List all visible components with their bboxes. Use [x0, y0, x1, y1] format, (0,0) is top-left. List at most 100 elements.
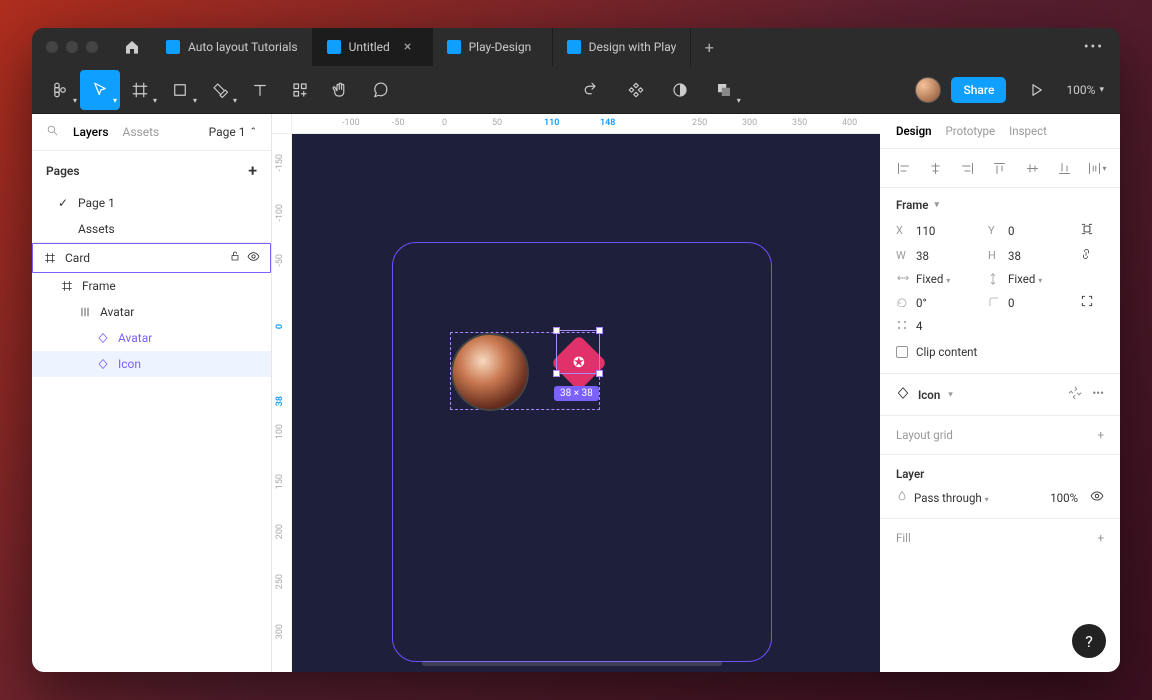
link-dimensions-icon[interactable] — [1080, 247, 1104, 264]
layout-grid-row[interactable]: Layout grid + — [880, 416, 1120, 455]
close-window-icon[interactable] — [46, 41, 58, 53]
tab-play-design[interactable]: Play-Design — [433, 28, 553, 66]
reset-tool[interactable] — [572, 70, 612, 110]
lock-icon[interactable] — [229, 250, 241, 266]
align-right-icon[interactable] — [957, 157, 979, 179]
height-input[interactable]: 38 — [1008, 249, 1021, 263]
close-icon[interactable]: × — [404, 39, 411, 55]
resources-tool[interactable] — [280, 70, 320, 110]
main-menu-button[interactable]: ▾ — [40, 70, 80, 110]
clip-content-row[interactable]: Clip content — [896, 339, 1104, 369]
radius-input[interactable]: 0 — [1008, 296, 1014, 310]
component-tool[interactable] — [616, 70, 656, 110]
ruler-tick: -150 — [275, 154, 285, 172]
component-name: Icon — [918, 388, 940, 402]
layer-row-avatar-group[interactable]: Avatar — [32, 299, 271, 325]
align-bottom-icon[interactable] — [1054, 157, 1076, 179]
hresize-select[interactable]: Fixed ▾ — [916, 272, 950, 286]
ruler-tick: 38 — [275, 396, 285, 406]
width-input[interactable]: 38 — [916, 249, 929, 263]
add-page-button[interactable]: + — [248, 161, 257, 180]
x-input[interactable]: 110 — [916, 224, 935, 238]
share-button[interactable]: Share — [951, 77, 1006, 103]
spacing-input[interactable]: 4 — [916, 319, 922, 333]
layers-tab[interactable]: Layers — [73, 125, 109, 139]
canvas-avatar-image[interactable] — [451, 333, 529, 411]
tab-auto-layout[interactable]: Auto layout Tutorials — [152, 28, 313, 66]
component-row[interactable]: Icon ▾ ••• — [880, 374, 1120, 416]
comment-tool[interactable] — [360, 70, 400, 110]
swap-instance-icon[interactable] — [1068, 386, 1082, 403]
rotation-icon — [896, 296, 910, 310]
shape-tool[interactable]: ▾ — [160, 70, 200, 110]
mask-tool[interactable] — [660, 70, 700, 110]
layer-label: Avatar — [100, 305, 134, 319]
layer-row-avatar-instance[interactable]: Avatar — [32, 325, 271, 351]
text-tool[interactable] — [240, 70, 280, 110]
add-icon[interactable]: + — [1097, 531, 1104, 545]
maximize-window-icon[interactable] — [86, 41, 98, 53]
alignment-controls: ▾ — [880, 149, 1120, 188]
absolute-position-icon[interactable] — [1080, 222, 1104, 239]
layer-row-card[interactable]: Card — [32, 243, 271, 273]
zoom-selector[interactable]: 100%▾ — [1066, 83, 1112, 97]
prototype-tab[interactable]: Prototype — [946, 124, 996, 138]
align-top-icon[interactable] — [989, 157, 1011, 179]
canvas-card-frame[interactable] — [392, 242, 772, 662]
search-icon[interactable] — [46, 124, 59, 140]
inspect-tab[interactable]: Inspect — [1009, 124, 1047, 138]
canvas[interactable]: ✪ 38 × 38 — [292, 134, 880, 672]
vresize-select[interactable]: Fixed ▾ — [1008, 272, 1042, 286]
selection-size-badge: 38 × 38 — [554, 386, 599, 401]
layer-row-frame[interactable]: Frame — [32, 273, 271, 299]
minimize-window-icon[interactable] — [66, 41, 78, 53]
canvas-area[interactable]: -100-50050110148250300350400 -150-100-50… — [272, 114, 880, 672]
help-button[interactable]: ? — [1072, 624, 1106, 658]
toolbar: ▾ ▾ ▾ ▾ ▾ — [32, 66, 1120, 114]
eye-icon[interactable] — [247, 250, 260, 266]
layer-row-icon-instance[interactable]: Icon — [32, 351, 271, 377]
eye-icon[interactable] — [1090, 489, 1104, 506]
opacity-input[interactable]: 100% — [1050, 491, 1078, 505]
align-left-icon[interactable] — [892, 157, 914, 179]
ruler-tick: -100 — [342, 118, 360, 128]
clip-label: Clip content — [916, 345, 977, 359]
frame-tool[interactable]: ▾ — [120, 70, 160, 110]
scrollbar-horizontal[interactable] — [422, 661, 722, 666]
present-button[interactable] — [1016, 70, 1056, 110]
design-tab[interactable]: Design — [896, 124, 932, 138]
hand-tool[interactable] — [320, 70, 360, 110]
move-tool[interactable]: ▾ — [80, 70, 120, 110]
new-tab-button[interactable]: + — [691, 28, 727, 66]
y-input[interactable]: 0 — [1008, 224, 1014, 238]
boolean-tool[interactable]: ▾ — [704, 70, 744, 110]
assets-tab[interactable]: Assets — [123, 125, 160, 139]
ruler-tick: 50 — [492, 118, 502, 128]
align-vcenter-icon[interactable] — [1021, 157, 1043, 179]
instance-icon — [896, 386, 910, 403]
more-menu-icon[interactable]: ••• — [1068, 39, 1120, 55]
main-body: Layers Assets Page 1 ⌃ Pages + ✓ Page 1 … — [32, 114, 1120, 672]
rotation-input[interactable]: 0° — [916, 296, 927, 310]
layer-label: Avatar — [118, 331, 152, 345]
canvas-icon-badge[interactable]: ✪ — [551, 335, 608, 392]
more-icon[interactable]: ••• — [1092, 386, 1104, 403]
individual-corners-icon[interactable] — [1080, 294, 1104, 311]
user-avatar[interactable] — [915, 77, 941, 103]
page-item[interactable]: ✓ Page 1 — [32, 190, 271, 216]
document-tabs: Auto layout Tutorials Untitled × Play-De… — [152, 28, 727, 66]
checkbox-icon[interactable] — [896, 346, 908, 358]
add-icon[interactable]: + — [1097, 428, 1104, 442]
ruler-vertical: -150-100-50038100150200250300 — [272, 134, 292, 672]
frame-section-title[interactable]: Frame▾ — [896, 198, 1104, 212]
align-hcenter-icon[interactable] — [924, 157, 946, 179]
tab-untitled[interactable]: Untitled × — [313, 28, 433, 66]
home-button[interactable] — [112, 39, 152, 55]
fill-row[interactable]: Fill + — [880, 519, 1120, 557]
tab-design-with-play[interactable]: Design with Play — [553, 28, 692, 66]
page-selector[interactable]: Page 1 ⌃ — [209, 125, 257, 139]
page-item[interactable]: Assets — [32, 216, 271, 242]
distribute-icon[interactable]: ▾ — [1086, 157, 1108, 179]
pen-tool[interactable]: ▾ — [200, 70, 240, 110]
blend-mode-select[interactable]: Pass through ▾ — [914, 491, 989, 505]
